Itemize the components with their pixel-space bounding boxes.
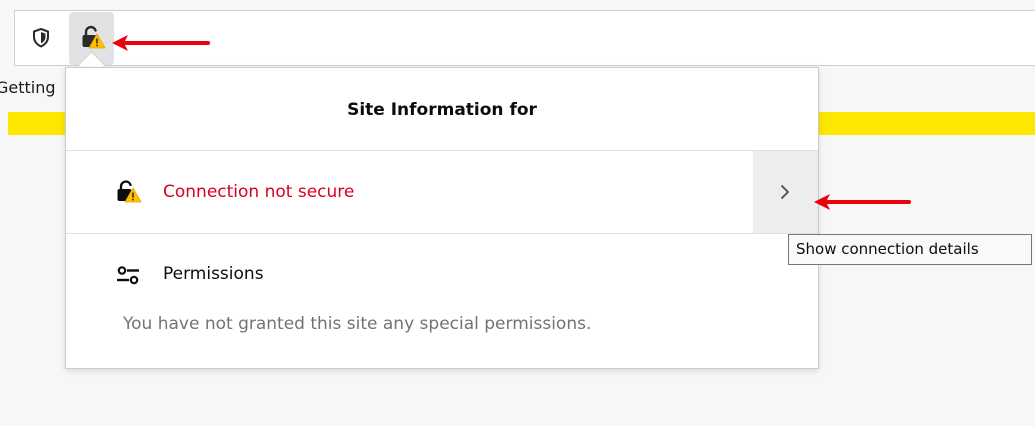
connection-details-tooltip: Show connection details bbox=[788, 234, 1032, 265]
panel-pointer-mask bbox=[78, 68, 104, 78]
shield-icon[interactable] bbox=[29, 26, 53, 50]
show-connection-details-button[interactable] bbox=[753, 151, 818, 233]
permissions-heading: Permissions bbox=[163, 264, 264, 284]
bookmark-item-text[interactable]: Getting bbox=[0, 78, 64, 102]
connection-row[interactable]: Connection not secure bbox=[66, 151, 818, 234]
annotation-arrow-lock bbox=[112, 35, 210, 51]
annotation-arrow-details bbox=[814, 194, 911, 210]
panel-title: Site Information for bbox=[347, 100, 537, 120]
site-information-panel: Site Information for Connection not secu… bbox=[65, 67, 819, 369]
lock-warning-icon bbox=[116, 180, 142, 208]
connection-status-text: Connection not secure bbox=[163, 182, 355, 202]
permissions-sliders-icon bbox=[116, 266, 140, 290]
permissions-description: You have not granted this site any speci… bbox=[123, 314, 592, 334]
panel-header: Site Information for bbox=[66, 68, 818, 151]
lock-warning-icon bbox=[82, 25, 106, 49]
chevron-right-icon bbox=[781, 185, 789, 199]
